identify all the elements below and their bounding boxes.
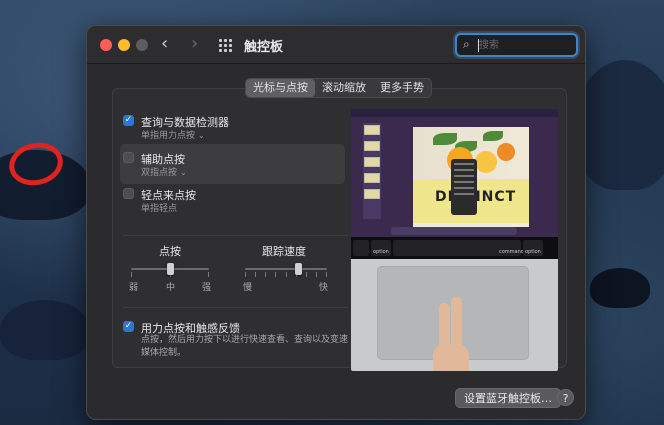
preview-context-menu: [451, 159, 477, 215]
title-bar: ‹ › 触控板 ⌕: [87, 26, 585, 64]
wallpaper-rock: [590, 268, 650, 308]
preview-key: command: [497, 240, 524, 256]
lookup-gesture-popup[interactable]: 单指用力点按 ⌄: [141, 128, 205, 141]
preview-dock: [391, 227, 517, 235]
tap-to-click-checkbox[interactable]: [123, 188, 134, 199]
tracking-speed-slider-title: 跟踪速度: [262, 245, 306, 258]
chevron-down-icon: ⌄: [198, 131, 205, 140]
search-input[interactable]: [479, 38, 571, 53]
lookup-checkbox[interactable]: ✓: [123, 115, 134, 126]
preview-key: option: [371, 240, 391, 256]
tab-more-gestures[interactable]: 更多手势: [373, 79, 431, 97]
trackpad-preferences-window: ‹ › 触控板 ⌕ ✓ 查询与数据检测器 单指用力点按⌄ 辅助点按 双指点按⌄ …: [86, 25, 586, 420]
window-title: 触控板: [244, 40, 284, 55]
forward-arrow-icon[interactable]: ›: [191, 34, 198, 54]
click-slider-knob[interactable]: [167, 263, 174, 275]
search-field[interactable]: ⌕: [455, 33, 578, 57]
zoom-window-button[interactable]: [136, 39, 148, 51]
click-scale-strong: 强: [202, 283, 212, 293]
secondary-click-gesture-popup[interactable]: 双指点按 ⌄: [141, 165, 187, 178]
search-icon: ⌕: [463, 37, 470, 51]
divider: [123, 307, 348, 308]
tap-to-click-subtitle: 单指轻点: [141, 204, 178, 214]
force-click-description: 点按，然后用力按下以进行快速查看、查询以及变速媒体控制。: [141, 335, 349, 358]
preview-slide-sidebar: [363, 123, 381, 219]
tracking-speed-slider-knob[interactable]: [295, 263, 302, 275]
close-window-button[interactable]: [100, 39, 112, 51]
preview-key: option: [523, 240, 543, 256]
preview-laptop-body: [351, 259, 558, 371]
tab-scroll-and-zoom[interactable]: 滚动缩放: [315, 79, 373, 97]
back-arrow-icon[interactable]: ‹: [161, 34, 168, 54]
gesture-preview-video: DISTINCT option command option: [351, 109, 558, 371]
preview-spacebar: [393, 240, 513, 256]
tab-bar: 光标与点按 滚动缩放 更多手势: [245, 78, 432, 98]
wallpaper-rock: [0, 300, 90, 360]
click-scale-medium: 中: [166, 283, 176, 293]
help-button[interactable]: ?: [557, 389, 574, 406]
force-click-checkbox[interactable]: ✓: [123, 321, 134, 332]
click-scale-weak: 弱: [129, 283, 139, 293]
tab-point-and-click[interactable]: 光标与点按: [246, 79, 315, 97]
chevron-down-icon: ⌄: [180, 168, 187, 177]
tracking-scale-fast: 快: [319, 283, 329, 293]
preview-key: [353, 240, 369, 256]
minimize-window-button[interactable]: [118, 39, 130, 51]
setup-bluetooth-trackpad-button[interactable]: 设置蓝牙触控板…: [455, 388, 561, 408]
wallpaper-rock: [575, 60, 664, 190]
click-slider-title: 点按: [159, 245, 181, 258]
show-all-grid-icon[interactable]: [219, 39, 232, 52]
preview-mac-screen: DISTINCT: [351, 109, 558, 237]
preview-keyboard: option command option: [351, 237, 558, 259]
tracking-scale-slow: 慢: [243, 283, 253, 293]
preview-hand: [433, 345, 469, 371]
secondary-click-checkbox[interactable]: [123, 152, 134, 163]
divider: [123, 235, 348, 236]
